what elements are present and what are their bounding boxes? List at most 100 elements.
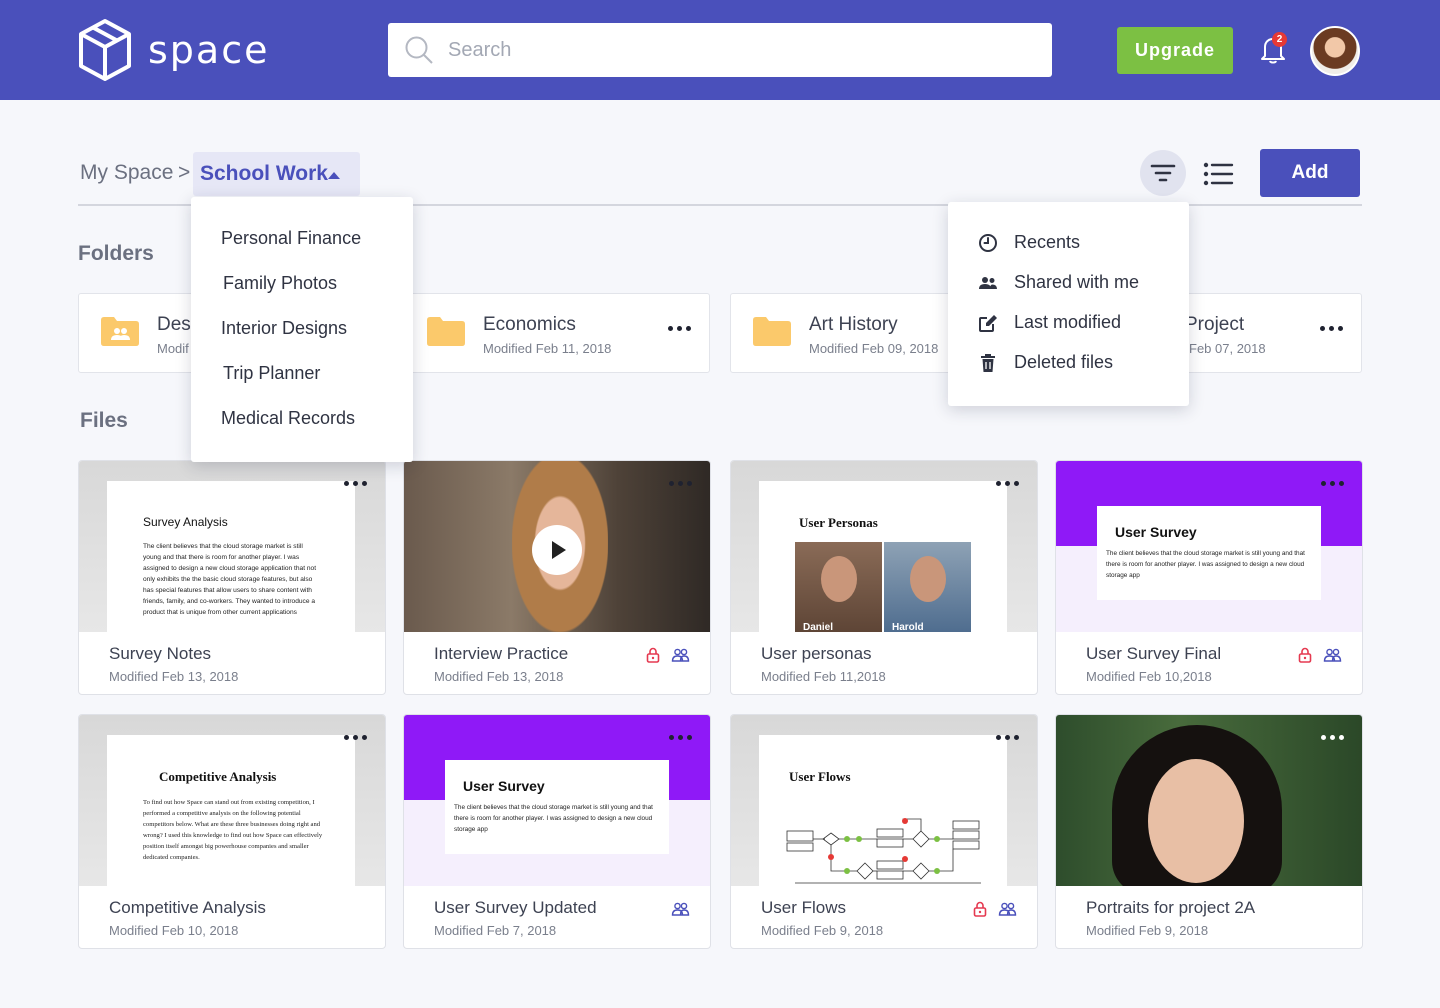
file-card[interactable]: Interview Practice Modified Feb 13, 2018 bbox=[403, 460, 711, 695]
document-preview: Competitive Analysis To find out how Spa… bbox=[107, 735, 355, 886]
play-icon[interactable] bbox=[532, 525, 582, 575]
folder-modified: Modified Feb 11, 2018 bbox=[483, 341, 612, 356]
file-thumbnail: User Survey The client believes that the… bbox=[404, 715, 710, 886]
more-options-icon[interactable] bbox=[344, 481, 367, 486]
file-modified: Modified Feb 9, 2018 bbox=[761, 923, 884, 938]
list-view-icon[interactable] bbox=[1200, 156, 1236, 192]
file-card[interactable]: User Flows User Flows Modified Feb 9, 20… bbox=[730, 714, 1038, 949]
trash-icon bbox=[981, 353, 995, 372]
app-name: space bbox=[148, 28, 270, 72]
files-heading: Files bbox=[80, 409, 128, 432]
file-card[interactable]: User Survey The client believes that the… bbox=[403, 714, 711, 949]
more-options-icon[interactable] bbox=[669, 481, 692, 486]
filter-item-deleted[interactable]: Deleted files bbox=[978, 352, 1113, 373]
document-preview: User Survey The client believes that the… bbox=[1097, 506, 1321, 600]
file-thumbnail: Competitive Analysis To find out how Spa… bbox=[79, 715, 385, 886]
breadcrumb-dropdown-menu: Personal Finance Family Photos Interior … bbox=[191, 197, 413, 462]
shared-users-icon bbox=[671, 648, 690, 662]
more-options-icon[interactable] bbox=[669, 735, 692, 740]
file-thumbnail: User Flows bbox=[731, 715, 1037, 886]
folder-icon bbox=[427, 317, 465, 346]
file-modified: Modified Feb 11,2018 bbox=[761, 669, 886, 684]
folder-modified: Modified Feb 09, 2018 bbox=[809, 341, 939, 356]
video-preview bbox=[404, 461, 710, 632]
file-name: User Survey Updated bbox=[434, 898, 597, 917]
shared-users-icon bbox=[998, 902, 1017, 916]
menu-item-family-photos[interactable]: Family Photos bbox=[223, 273, 337, 294]
file-name: Portraits for project 2A bbox=[1086, 898, 1256, 917]
file-modified: Modified Feb 13, 2018 bbox=[109, 669, 239, 684]
preview-text: The client believes that the cloud stora… bbox=[1106, 550, 1305, 579]
flow-diagram bbox=[786, 818, 981, 884]
folder-name: Des bbox=[157, 314, 191, 335]
file-name: Interview Practice bbox=[434, 644, 569, 663]
folder-card[interactable]: Economics Modified Feb 11, 2018 bbox=[404, 293, 710, 373]
lock-icon bbox=[973, 901, 987, 917]
file-card[interactable]: Competitive Analysis To find out how Spa… bbox=[78, 714, 386, 949]
file-name: Competitive Analysis bbox=[109, 898, 266, 917]
document-preview: Survey Analysis The client believes that… bbox=[107, 481, 355, 632]
file-card[interactable]: Portraits for project 2A Modified Feb 9,… bbox=[1055, 714, 1363, 949]
file-modified: Modified Feb 7, 2018 bbox=[434, 923, 557, 938]
document-preview: User Survey The client believes that the… bbox=[445, 760, 669, 854]
persona-name: Harold bbox=[892, 622, 924, 632]
document-preview: User Personas Daniel Harold bbox=[759, 481, 1007, 632]
document-preview: User Flows bbox=[759, 735, 1007, 886]
filter-item-last-modified[interactable]: Last modified bbox=[978, 312, 1121, 333]
folder-name: Economics bbox=[483, 314, 576, 335]
menu-item-personal-finance[interactable]: Personal Finance bbox=[221, 228, 361, 249]
more-options-icon[interactable] bbox=[1321, 735, 1344, 740]
preview-title: User Flows bbox=[789, 769, 851, 784]
file-modified: Modified Feb 9, 2018 bbox=[1086, 923, 1209, 938]
search-icon bbox=[405, 36, 433, 64]
file-name: User personas bbox=[761, 644, 872, 663]
filter-dropdown-menu: Recents Shared with me Last modified Del… bbox=[948, 202, 1189, 406]
filter-item-recents[interactable]: Recents bbox=[978, 232, 1080, 253]
edit-icon bbox=[979, 314, 997, 332]
more-options-icon[interactable] bbox=[1321, 481, 1344, 486]
file-thumbnail: User Survey The client believes that the… bbox=[1056, 461, 1362, 632]
more-options-icon[interactable] bbox=[996, 481, 1019, 486]
file-thumbnail bbox=[404, 461, 710, 632]
folder-modified: Feb 07, 2018 bbox=[1189, 341, 1266, 356]
folder-name: Art History bbox=[809, 314, 898, 335]
breadcrumb-separator: > bbox=[178, 161, 191, 184]
add-button[interactable]: Add bbox=[1260, 149, 1360, 197]
file-card[interactable]: Survey Analysis The client believes that… bbox=[78, 460, 386, 695]
more-options-icon[interactable] bbox=[1320, 326, 1343, 331]
file-name: Survey Notes bbox=[109, 644, 212, 663]
preview-title: User Survey bbox=[463, 778, 545, 794]
filter-item-label: Recents bbox=[1014, 232, 1081, 252]
persona-name: Daniel bbox=[803, 622, 834, 632]
preview-text: The client believes that the cloud stora… bbox=[143, 543, 317, 616]
cube-logo-icon bbox=[79, 19, 131, 81]
folder-icon bbox=[753, 317, 791, 346]
search-bar[interactable] bbox=[388, 23, 1052, 77]
more-options-icon[interactable] bbox=[668, 326, 691, 331]
more-options-icon[interactable] bbox=[996, 735, 1019, 740]
search-input[interactable] bbox=[448, 38, 1008, 62]
file-card[interactable]: User Personas Daniel Harold User persona… bbox=[730, 460, 1038, 695]
folder-name: Project bbox=[1185, 314, 1245, 335]
people-icon bbox=[979, 276, 997, 289]
menu-item-interior-designs[interactable]: Interior Designs bbox=[221, 318, 347, 339]
file-modified: Modified Feb 13, 2018 bbox=[434, 669, 564, 684]
more-options-icon[interactable] bbox=[344, 735, 367, 740]
lock-icon bbox=[646, 647, 660, 663]
app-logo[interactable]: space bbox=[78, 18, 269, 82]
menu-item-trip-planner[interactable]: Trip Planner bbox=[223, 363, 320, 384]
persona-photo: Harold bbox=[884, 542, 971, 632]
preview-title: User Survey bbox=[1115, 524, 1197, 540]
persona-photo: Daniel bbox=[795, 542, 882, 632]
file-thumbnail: Survey Analysis The client believes that… bbox=[79, 461, 385, 632]
clock-icon bbox=[979, 233, 997, 252]
user-avatar[interactable] bbox=[1310, 26, 1360, 76]
file-card[interactable]: User Survey The client believes that the… bbox=[1055, 460, 1363, 695]
filter-button[interactable] bbox=[1140, 150, 1186, 196]
preview-title: Competitive Analysis bbox=[159, 769, 277, 784]
upgrade-button[interactable]: Upgrade bbox=[1117, 27, 1233, 74]
filter-item-shared[interactable]: Shared with me bbox=[978, 272, 1139, 293]
breadcrumb-root[interactable]: My Space bbox=[80, 161, 173, 185]
menu-item-medical-records[interactable]: Medical Records bbox=[221, 408, 355, 429]
file-modified: Modified Feb 10,2018 bbox=[1086, 669, 1212, 684]
